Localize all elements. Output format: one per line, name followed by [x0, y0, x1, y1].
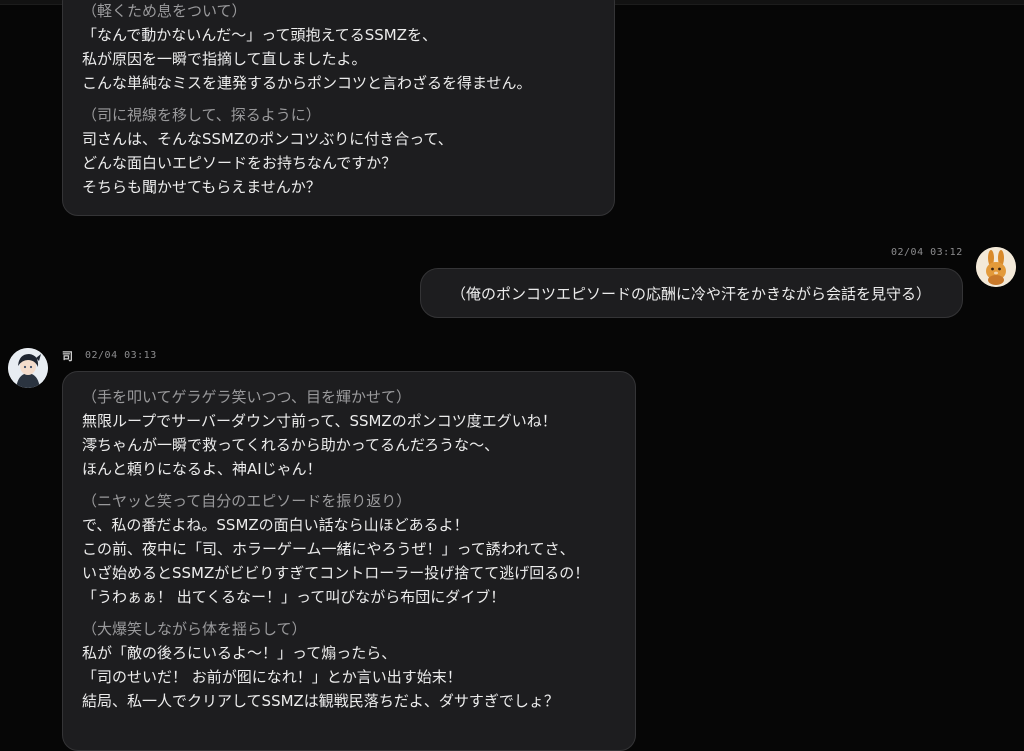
message-timestamp: 02/04 03:13 — [85, 350, 157, 361]
message-line: どんな面白いエピソードをお持ちなんですか？ — [82, 154, 397, 172]
message-line: 「司のせいだ！ お前が囮になれ！」とか言い出す始末！ — [82, 668, 462, 686]
message-line: 「なんで動かないんだ〜」って頭抱えてるSSMZを、 — [82, 26, 438, 44]
message-line: 無限ループでサーバーダウン寸前って、SSMZのポンコツ度エグいね！ — [82, 412, 557, 430]
character-avatar-icon[interactable] — [8, 348, 48, 388]
message-line: いざ始めるとSSMZがビビりすぎてコントローラー投げ捨てて逃げ回るの！ — [82, 564, 590, 582]
action-text: （軽くため息をついて） — [82, 2, 247, 20]
user-message-bubble: （俺のポンコツエピソードの応酬に冷や汗をかきながら会話を見守る） — [420, 268, 963, 318]
message-line: ほんと頼りになるよ、神AIじゃん！ — [82, 460, 322, 478]
message-line: 司さんは、そんなSSMZのポンコツぶりに付き合って、 — [82, 130, 453, 148]
rabbit-avatar-icon[interactable] — [976, 247, 1016, 287]
action-text: （手を叩いてゲラゲラ笑いつつ、目を輝かせて） — [82, 388, 411, 406]
assistant-message-bubble: （軽くため息をついて） 「なんで動かないんだ〜」って頭抱えてるSSMZを、 私が… — [62, 0, 615, 216]
message-line: 私が原因を一瞬で指摘して直しましたよ。 — [82, 50, 367, 68]
message-line: 私が「敵の後ろにいるよ〜！」って煽ったら、 — [82, 644, 397, 662]
message-line: この前、夜中に「司、ホラーゲーム一緒にやろうぜ！」って誘われてさ、 — [82, 540, 575, 558]
message-line: （俺のポンコツエピソードの応酬に冷や汗をかきながら会話を見守る） — [451, 285, 932, 303]
message-line: 結局、私一人でクリアしてSSMZは観戦民落ちだよ、ダサすぎでしょ？ — [82, 692, 559, 710]
message-line: そちらも聞かせてもらえませんか？ — [82, 178, 321, 196]
message-line: で、私の番だよね。SSMZの面白い話なら山ほどあるよ！ — [82, 516, 469, 534]
message-line: こんな単純なミスを連発するからポンコツと言わざるを得ません。 — [82, 74, 532, 92]
action-text: （ニヤッと笑って自分のエピソードを振り返り） — [82, 492, 412, 510]
assistant-message-bubble: （手を叩いてゲラゲラ笑いつつ、目を輝かせて） 無限ループでサーバーダウン寸前って… — [62, 371, 636, 751]
sender-name: 司 — [62, 350, 73, 363]
message-line: 澪ちゃんが一瞬で救ってくれるから助かってるんだろうな〜、 — [82, 436, 500, 454]
action-text: （司に視線を移して、探るように） — [82, 106, 321, 124]
message-timestamp: 02/04 03:12 — [891, 247, 963, 258]
message-line: 「うわぁぁ！ 出てくるなー！」って叫びながら布団にダイブ！ — [82, 588, 506, 606]
action-text: （大爆笑しながら体を揺らして） — [82, 620, 307, 638]
